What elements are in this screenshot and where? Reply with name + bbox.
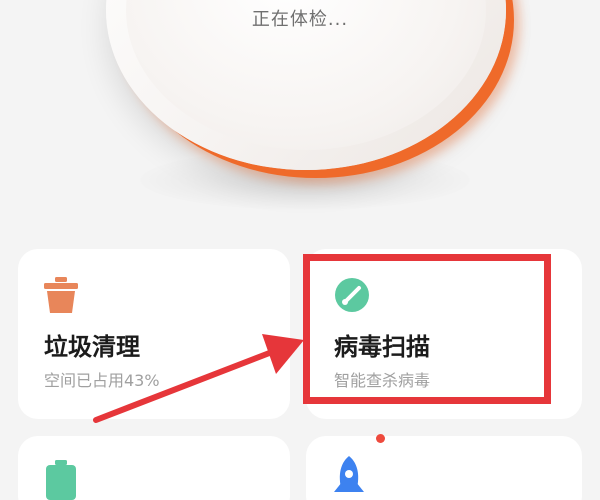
trash-cleanup-subtitle: 空间已占用43%	[44, 371, 160, 390]
rocket-icon	[334, 456, 364, 492]
speed-boost-card[interactable]	[306, 434, 582, 500]
trash-cleanup-card[interactable]: 垃圾清理 空间已占用43%	[18, 249, 290, 419]
scan-status-text: 正在体检...	[251, 9, 349, 30]
trash-cleanup-title: 垃圾清理	[44, 333, 140, 361]
annotation-highlight-box	[303, 254, 551, 404]
notification-dot	[376, 434, 385, 443]
trash-can-icon	[44, 277, 78, 313]
battery-card[interactable]	[18, 436, 290, 500]
battery-icon	[46, 460, 76, 500]
health-check-orb[interactable]: 正在体检...	[0, 0, 600, 230]
